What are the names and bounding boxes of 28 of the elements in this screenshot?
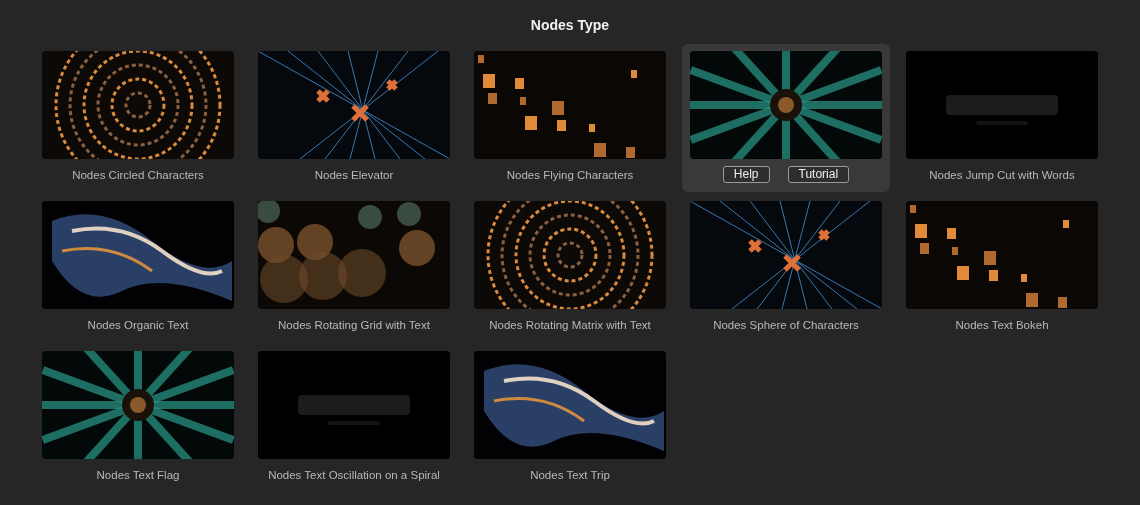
template-name: Nodes Text Trip	[530, 469, 610, 481]
template-tile[interactable]: Nodes Circled Characters	[34, 44, 242, 192]
template-tile[interactable]: Nodes Flying Characters	[466, 44, 674, 192]
dialog-title: Nodes Type	[529, 17, 611, 33]
tutorial-button[interactable]: Tutorial	[787, 166, 850, 183]
template-tile[interactable]: Nodes Text Oscillation on a Spiral	[250, 344, 458, 492]
template-tile[interactable]: Nodes Text Bokeh	[898, 194, 1106, 342]
template-name: Nodes Rotating Grid with Text	[278, 319, 430, 331]
help-button[interactable]: Help	[722, 166, 770, 183]
selected-tile[interactable]: Help Tutorial	[682, 44, 890, 192]
template-tile[interactable]: Nodes Rotating Matrix with Text	[466, 194, 674, 342]
template-name: Nodes Elevator	[314, 169, 394, 181]
template-name: Nodes Organic Text	[87, 319, 189, 331]
template-tile[interactable]: Nodes Text Flag	[34, 344, 242, 492]
template-name: Nodes Rotating Matrix with Text	[489, 319, 651, 331]
template-tile[interactable]: Nodes Sphere of Characters	[682, 194, 890, 342]
template-name: Nodes Text Oscillation on a Spiral	[268, 469, 440, 481]
template-name: Nodes Circled Characters	[72, 169, 204, 181]
template-name: Nodes Jump Cut with Words	[929, 169, 1075, 181]
template-name: Nodes Flying Characters	[506, 169, 634, 181]
template-tile[interactable]: Nodes Elevator	[250, 44, 458, 192]
template-tile[interactable]: Nodes Jump Cut with Words	[898, 44, 1106, 192]
template-name: Nodes Text Flag	[96, 469, 180, 481]
template-tile[interactable]: Nodes Rotating Grid with Text	[250, 194, 458, 342]
template-tile[interactable]: Nodes Organic Text	[34, 194, 242, 342]
template-name: Nodes Text Bokeh	[955, 319, 1049, 331]
template-name: Nodes Sphere of Characters	[713, 319, 859, 331]
template-tile[interactable]: Nodes Text Trip	[466, 344, 674, 492]
